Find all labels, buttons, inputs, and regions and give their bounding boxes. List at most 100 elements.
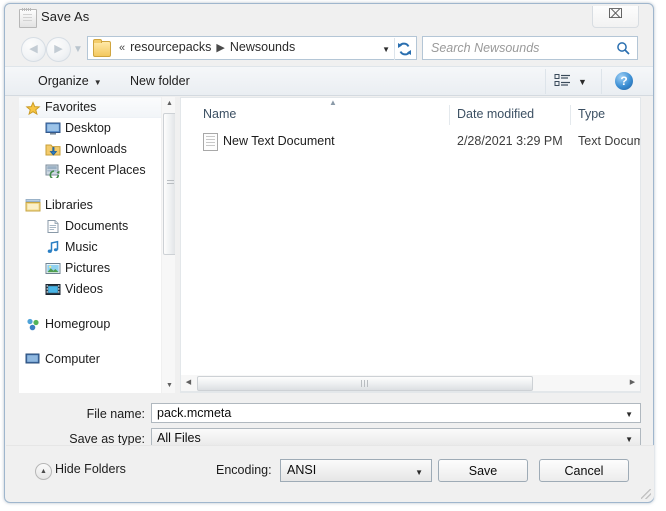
homegroup-icon	[25, 317, 41, 332]
documents-icon	[45, 219, 61, 234]
view-mode-icon[interactable]	[554, 73, 572, 89]
search-icon	[616, 41, 630, 55]
column-header-date-modified[interactable]: Date modified	[457, 107, 534, 121]
forward-button[interactable]: ▶	[46, 37, 71, 62]
file-list-horizontal-scrollbar[interactable]: ◀ ▶	[180, 375, 641, 392]
help-icon: ?	[620, 74, 628, 88]
chevron-down-icon[interactable]: ▼	[625, 410, 633, 419]
file-list-pane: ▲ Name Date modified Type New Text Docum…	[180, 97, 641, 393]
sidebar-item-documents[interactable]: Documents	[19, 216, 175, 237]
dialog-footer: Hide Folders Encoding: ANSI ▼ Save Cance…	[6, 445, 654, 501]
sidebar-item-desktop[interactable]: Desktop	[19, 118, 175, 139]
sidebar-item-music[interactable]: Music	[19, 237, 175, 258]
back-button[interactable]: ◀	[21, 37, 46, 62]
recent-locations-button[interactable]: ▼	[73, 44, 83, 55]
file-name-input[interactable]: pack.mcmeta ▼	[151, 403, 641, 423]
sidebar-item-label: Music	[65, 240, 98, 254]
star-icon	[25, 101, 41, 116]
libraries-icon	[25, 198, 41, 213]
sidebar-group-label: Favorites	[45, 100, 97, 114]
sidebar-group-label: Libraries	[45, 198, 93, 212]
file-name-label: File name:	[86, 407, 145, 421]
downloads-icon	[45, 142, 61, 157]
column-header-name[interactable]: Name	[203, 107, 236, 121]
encoding-value: ANSI	[287, 463, 317, 477]
sidebar-item-label: Recent Places	[65, 163, 146, 177]
save-as-type-value: All Files	[157, 431, 201, 445]
save-as-type-label: Save as type:	[69, 432, 145, 446]
save-as-dialog: Save As ⌧ ◀ ▶ ▼ «resourcepacks ▶ Newsounds…	[4, 3, 654, 503]
sidebar-group-favorites[interactable]: Favorites	[19, 97, 175, 118]
chevron-down-icon[interactable]: ▼	[625, 435, 633, 444]
sidebar-item-label: Documents	[65, 219, 129, 233]
pane-splitter[interactable]	[175, 97, 179, 393]
cancel-button[interactable]: Cancel	[539, 459, 629, 482]
column-divider-1[interactable]	[449, 105, 450, 125]
scroll-right-icon[interactable]: ▶	[625, 375, 640, 390]
pictures-icon	[45, 261, 61, 276]
organize-label: Organize	[38, 74, 89, 88]
recent-places-icon	[45, 163, 61, 180]
scrollbar-grip	[361, 380, 369, 387]
column-divider-2[interactable]	[570, 105, 571, 125]
text-document-icon	[203, 133, 218, 151]
chevron-down-icon: ▼	[93, 78, 102, 87]
resize-grip[interactable]	[641, 489, 651, 499]
sidebar-group-label: Homegroup	[45, 317, 111, 331]
notepad-icon	[19, 8, 37, 28]
close-button[interactable]: ⌧	[592, 6, 639, 28]
navigation-bar: ◀ ▶ ▼ «resourcepacks ▶ Newsounds ▼ Searc…	[5, 31, 653, 66]
breadcrumb-separator-icon: ▶	[216, 42, 225, 54]
scroll-left-icon[interactable]: ◀	[181, 375, 196, 390]
encoding-label: Encoding:	[216, 463, 272, 477]
videos-icon	[45, 282, 61, 297]
navigation-pane: Favorites Desktop Downloads Recent Place…	[19, 97, 175, 393]
close-icon: ⌧	[608, 7, 623, 22]
encoding-select[interactable]: ANSI ▼	[280, 459, 432, 482]
computer-icon	[25, 352, 41, 367]
view-mode-caret-icon[interactable]: ▼	[578, 77, 587, 87]
sidebar-group-computer[interactable]: Computer	[19, 349, 175, 370]
search-placeholder: Search Newsounds	[431, 41, 540, 55]
table-row[interactable]: New Text Document 2/28/2021 3:29 PM Text…	[181, 131, 640, 152]
column-header-type[interactable]: Type	[578, 107, 605, 121]
file-name-value: pack.mcmeta	[157, 406, 232, 420]
organize-button[interactable]: Organize ▼	[33, 72, 107, 90]
chevron-down-icon: ▼	[415, 468, 423, 477]
music-icon	[45, 240, 61, 255]
hscrollbar-thumb[interactable]	[197, 376, 533, 391]
chevron-up-circle-icon	[35, 463, 52, 480]
breadcrumb-item-newsounds[interactable]: Newsounds	[230, 40, 295, 54]
sidebar-item-label: Downloads	[65, 142, 127, 156]
sidebar-item-pictures[interactable]: Pictures	[19, 258, 175, 279]
sidebar-item-downloads[interactable]: Downloads	[19, 139, 175, 160]
sidebar-item-recent-places[interactable]: Recent Places	[19, 160, 175, 181]
toolbar-divider-2	[601, 69, 602, 94]
search-input[interactable]: Search Newsounds	[422, 36, 638, 60]
breadcrumb-item-resourcepacks[interactable]: resourcepacks	[130, 40, 211, 54]
refresh-icon[interactable]	[396, 41, 413, 57]
sidebar-group-label: Computer	[45, 352, 100, 366]
cell-name: New Text Document	[223, 134, 335, 148]
hide-folders-label: Hide Folders	[55, 462, 126, 476]
back-arrow-icon: ◀	[29, 43, 38, 55]
cell-type: Text Docume	[578, 134, 640, 148]
address-dropdown-icon[interactable]: ▼	[382, 45, 390, 54]
sidebar-item-videos[interactable]: Videos	[19, 279, 175, 300]
new-folder-button[interactable]: New folder	[125, 72, 195, 90]
title-bar: Save As ⌧	[5, 4, 653, 31]
sidebar-group-libraries[interactable]: Libraries	[19, 195, 175, 216]
sidebar-group-homegroup[interactable]: Homegroup	[19, 314, 175, 335]
help-button[interactable]: ?	[615, 72, 633, 90]
breadcrumb-overflow-icon[interactable]: «	[114, 42, 130, 54]
address-bar[interactable]: «resourcepacks ▶ Newsounds ▼	[87, 36, 417, 60]
desktop-icon	[45, 121, 61, 136]
window-title: Save As	[41, 9, 90, 24]
forward-arrow-icon: ▶	[54, 43, 63, 55]
sidebar-item-label: Desktop	[65, 121, 111, 135]
save-button[interactable]: Save	[438, 459, 528, 482]
toolbar-divider	[545, 69, 546, 94]
